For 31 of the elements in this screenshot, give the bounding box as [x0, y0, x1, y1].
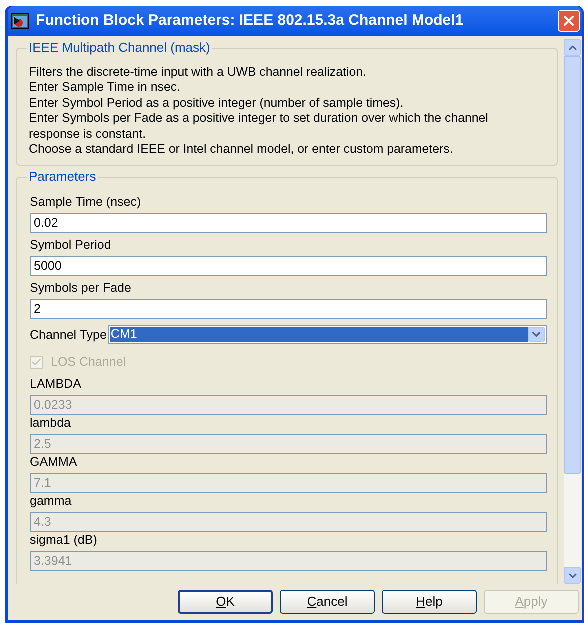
- scroll-down-button[interactable]: [564, 567, 581, 584]
- group-title: IEEE Multipath Channel (mask): [27, 40, 212, 56]
- dropdown[interactable]: CM1: [108, 325, 547, 344]
- field-label: GAMMA: [30, 455, 78, 470]
- description-text: Enter Symbols per Fade as a positive integer to set duration over which the channel: [29, 111, 490, 127]
- field-label: Symbols per Fade: [30, 281, 132, 296]
- input-field[interactable]: 2: [30, 299, 547, 320]
- dialog-button[interactable]: Cancel: [280, 590, 375, 614]
- description-text: response is constant.: [29, 126, 148, 142]
- field-label: gamma: [30, 494, 73, 510]
- description-text: Filters the discrete-time input with a UWB channel realization.: [29, 65, 368, 80]
- dialog-button[interactable]: Help: [382, 590, 477, 614]
- field-label: LAMBDA: [30, 377, 82, 392]
- description-text: Enter Symbol Period as a positive integer (number of sample times).: [29, 96, 405, 112]
- field-label: Channel Type: [30, 326, 107, 344]
- dialog-button[interactable]: OK: [178, 590, 273, 614]
- app-icon: [11, 13, 29, 29]
- input-field[interactable]: 0.02: [30, 213, 547, 234]
- description-text: Choose a standard IEEE or Intel channel model, or enter custom parameters.: [29, 142, 454, 158]
- close-icon: [561, 13, 577, 29]
- field-label: lambda: [30, 416, 72, 432]
- close-button[interactable]: [558, 10, 580, 32]
- scroll-up-button[interactable]: [564, 39, 581, 56]
- field-label: sigma1 (dB): [30, 533, 98, 548]
- window-title: Function Block Parameters: IEEE 802.15.3a Channel Model1: [36, 10, 465, 31]
- field-label: Sample Time (nsec): [30, 195, 142, 210]
- input-field[interactable]: 5000: [30, 256, 547, 276]
- scrollbar[interactable]: [564, 39, 581, 584]
- field-label: Symbol Period: [30, 238, 112, 254]
- scroll-thumb[interactable]: [564, 56, 581, 474]
- description-text: Enter Sample Time in nsec.: [29, 80, 182, 96]
